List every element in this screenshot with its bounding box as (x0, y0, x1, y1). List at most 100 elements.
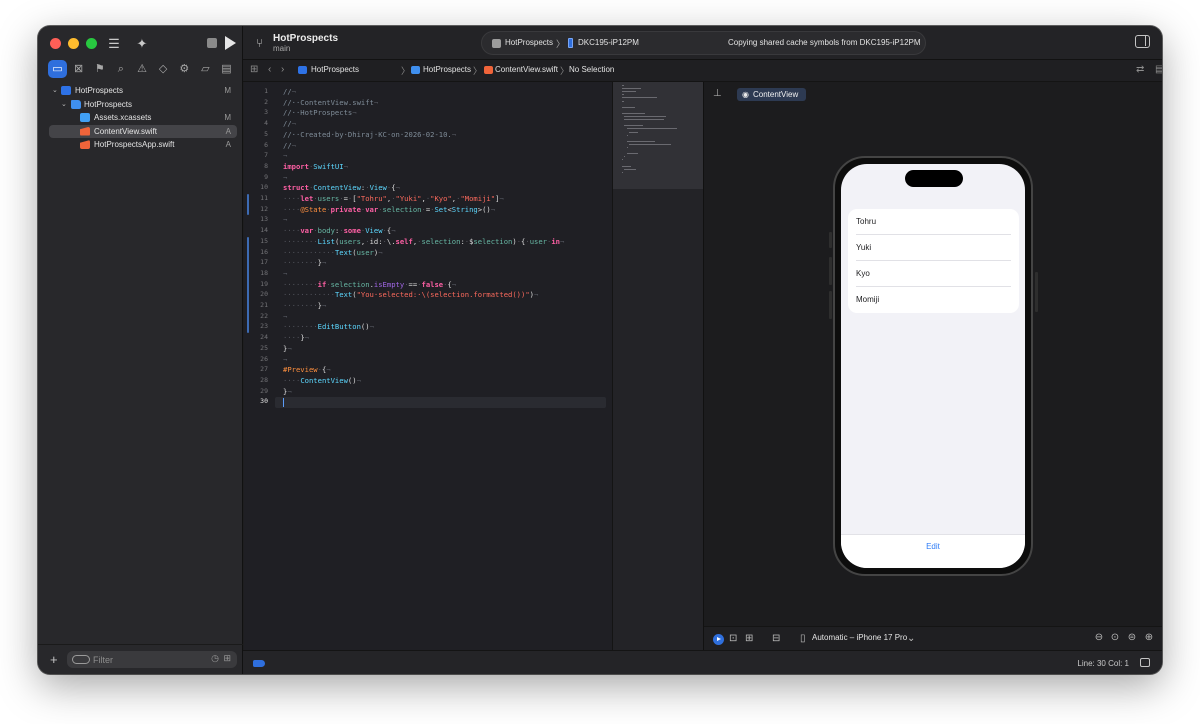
stop-button[interactable] (207, 38, 217, 48)
recent-files-icon[interactable]: ◷ (211, 653, 219, 664)
source-control-navigator-tab[interactable]: ⊠ (69, 60, 88, 78)
line-number[interactable]: 5 (244, 130, 268, 138)
line-number[interactable]: 25 (244, 344, 268, 352)
source-change-bar[interactable] (247, 194, 249, 216)
filter-options-icon[interactable] (72, 655, 90, 664)
line-number[interactable]: 4 (244, 119, 268, 127)
issue-navigator-tab[interactable]: ⚠ (133, 60, 152, 78)
breadcrumb-symbol[interactable]: No Selection (569, 65, 614, 74)
code-line[interactable]: #Preview·{¬ (283, 365, 331, 374)
line-number[interactable]: 26 (244, 355, 268, 363)
list-item[interactable]: Kyo (848, 261, 1019, 287)
source-editor[interactable]: 1 2 3 4 5 6 7 8 9 10 11 12 13 14 15 16 17 18 19 20 21 22 23 24 2… (244, 82, 612, 650)
code-line[interactable]: //¬ (283, 141, 296, 150)
live-mode-icon[interactable] (713, 634, 724, 645)
zoom-to-fit-icon[interactable]: ⊙ (1109, 632, 1121, 644)
line-number[interactable]: 13 (244, 215, 268, 223)
code-line[interactable]: //¬ (283, 119, 296, 128)
close-window-button[interactable] (50, 38, 61, 49)
list-item[interactable]: Tohru (848, 209, 1019, 235)
code-line[interactable]: ········}¬ (283, 301, 326, 310)
disclosure-chevron-icon[interactable]: ⌄ (61, 98, 67, 112)
inspector-toggle-icon[interactable] (1135, 35, 1150, 48)
forward-icon[interactable]: › (281, 64, 284, 75)
edit-button[interactable]: Edit (841, 542, 1025, 551)
line-number[interactable]: 30 (244, 397, 268, 405)
project-navigator-tab[interactable]: ▭ (48, 60, 67, 78)
breadcrumb-group[interactable]: HotProspects (423, 65, 471, 74)
editor-options-icon[interactable]: ▤ (1155, 64, 1162, 75)
selectable-mode-icon[interactable]: ⊡ (729, 633, 737, 644)
minimize-window-button[interactable] (68, 38, 79, 49)
back-icon[interactable]: ‹ (268, 64, 271, 75)
breadcrumb-file[interactable]: ContentView.swift (495, 65, 558, 74)
line-number[interactable]: 1 (244, 87, 268, 95)
code-line[interactable]: ········}¬ (283, 258, 326, 267)
list-item[interactable]: Yuki (848, 235, 1019, 261)
disclosure-chevron-icon[interactable]: ⌄ (52, 84, 58, 98)
line-number[interactable]: 9 (244, 173, 268, 181)
find-navigator-tab[interactable]: ⌕ (111, 60, 130, 78)
code-line[interactable]: ¬ (283, 151, 287, 160)
scheme-selector[interactable]: HotProspects (505, 38, 553, 47)
pin-icon[interactable]: ⊥ (713, 88, 722, 99)
line-number[interactable]: 3 (244, 108, 268, 116)
code-line[interactable]: ········EditButton()¬ (283, 322, 374, 331)
line-number[interactable]: 7 (244, 151, 268, 159)
tree-row-project[interactable]: ⌄ HotProspects M (38, 84, 243, 98)
code-line[interactable]: ····@State·private·var·selection·=·Set<S… (283, 205, 495, 214)
line-number[interactable]: 2 (244, 98, 268, 106)
chevron-down-icon[interactable]: ⌄ (907, 633, 915, 644)
branch-name[interactable]: main (273, 44, 290, 53)
debug-navigator-tab[interactable]: ⚙ (175, 60, 194, 78)
project-title[interactable]: HotProspects (273, 33, 338, 44)
tree-row-group[interactable]: ⌄ HotProspects (38, 98, 243, 112)
code-line[interactable]: ····var·body:·some·View·{¬ (283, 226, 396, 235)
line-number[interactable]: 6 (244, 141, 268, 149)
run-button[interactable] (225, 36, 236, 50)
zoom-out-icon[interactable]: ⊖ (1093, 632, 1105, 644)
breakpoints-toggle-icon[interactable] (253, 660, 265, 667)
line-number[interactable]: 27 (244, 365, 268, 373)
run-destination-selector[interactable]: DKC195-iP12PM (578, 38, 639, 47)
related-items-icon[interactable]: ⊞ (250, 64, 258, 75)
line-number[interactable]: 24 (244, 333, 268, 341)
line-number[interactable]: 29 (244, 387, 268, 395)
coding-assistant-icon[interactable]: ✦ (132, 35, 152, 53)
sidebar-toggle-icon[interactable]: ☰ (104, 35, 124, 53)
code-line[interactable]: struct·ContentView:·View·{¬ (283, 183, 400, 192)
code-line[interactable] (275, 397, 606, 408)
debug-area-toggle-icon[interactable] (1140, 658, 1150, 667)
report-navigator-tab[interactable]: ▤ (217, 60, 236, 78)
line-number[interactable]: 8 (244, 162, 268, 170)
variants-icon[interactable]: ⊞ (745, 633, 753, 644)
code-line[interactable]: ········List(users,·id:·\.self,·selectio… (283, 237, 564, 246)
list-item[interactable]: Momiji (848, 287, 1019, 313)
code-line[interactable]: ¬ (283, 215, 287, 224)
code-line[interactable]: import·SwiftUI¬ (283, 162, 348, 171)
code-line[interactable]: ············Text(user)¬ (283, 248, 383, 257)
device-settings-icon[interactable]: ⊟ (772, 633, 780, 644)
line-number[interactable]: 28 (244, 376, 268, 384)
code-line[interactable]: //··Created·by·Dhiraj·KC·on·2026-02-10.¬ (283, 130, 456, 139)
test-navigator-tab[interactable]: ◇ (154, 60, 173, 78)
filter-input[interactable] (93, 652, 193, 667)
code-line[interactable]: ¬ (283, 269, 287, 278)
adjust-editor-icon[interactable]: ⇄ (1136, 64, 1144, 75)
minimap[interactable] (612, 82, 704, 650)
bookmark-navigator-tab[interactable]: ⚑ (90, 60, 109, 78)
code-line[interactable]: }¬ (283, 387, 292, 396)
zoom-window-button[interactable] (86, 38, 97, 49)
code-line[interactable]: ····let·users·=·["Tohru",·"Yuki",·"Kyo",… (283, 194, 504, 203)
line-number[interactable]: 10 (244, 183, 268, 191)
breakpoint-navigator-tab[interactable]: ▱ (196, 60, 215, 78)
preview-tab[interactable]: ◉ ContentView (737, 88, 806, 101)
code-line[interactable]: ····}¬ (283, 333, 309, 342)
add-file-button[interactable]: + (50, 652, 58, 667)
code-line[interactable]: }¬ (283, 344, 292, 353)
zoom-actual-size-icon[interactable]: ⊜ (1126, 632, 1138, 644)
code-line[interactable]: //··ContentView.swift¬ (283, 98, 378, 107)
code-line[interactable]: ········if·selection.isEmpty·==·false·{¬ (283, 280, 456, 289)
code-line[interactable]: ¬ (283, 355, 287, 364)
zoom-in-icon[interactable]: ⊕ (1143, 632, 1155, 644)
